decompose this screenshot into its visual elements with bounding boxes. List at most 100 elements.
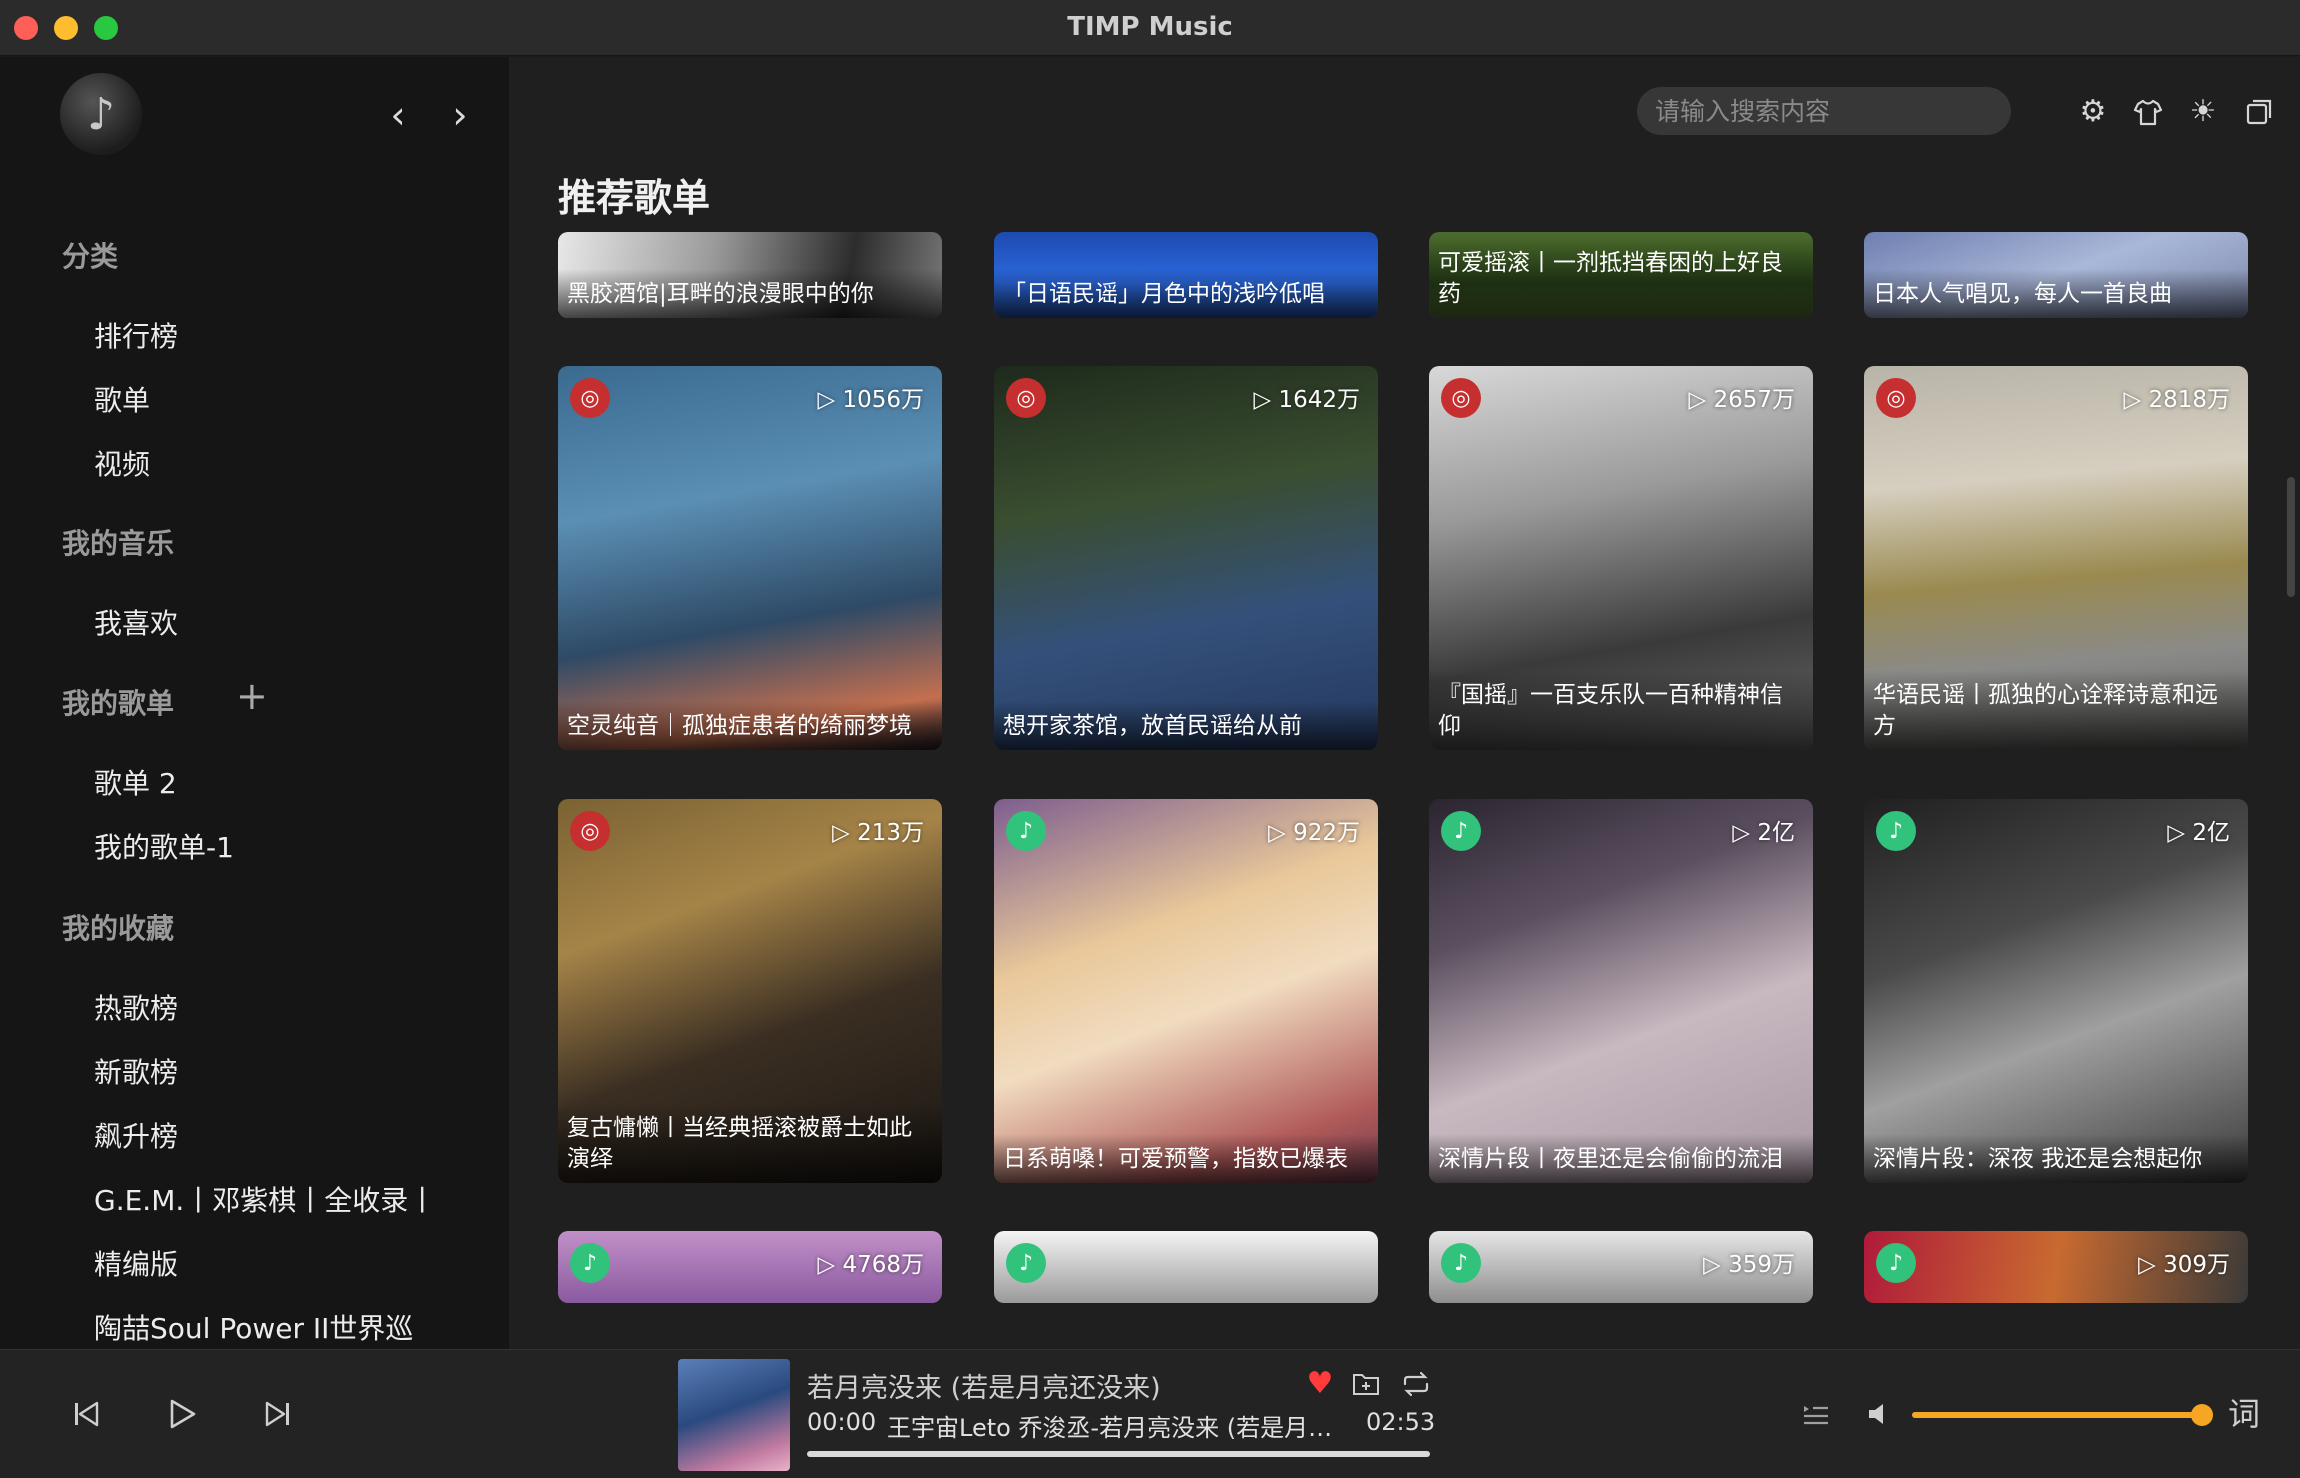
- sidebar-item-collection[interactable]: G.E.M.丨邓紫棋丨全收录丨: [94, 1179, 436, 1219]
- repeat-icon[interactable]: [1396, 1364, 1436, 1404]
- sidebar-section-my-music: 我的音乐: [62, 527, 175, 560]
- playlist-card[interactable]: ♪ ▷ 359万: [1429, 1231, 1813, 1303]
- playlist-title: 想开家茶馆，放首民谣给从前: [994, 701, 1378, 750]
- sidebar-section-category: 分类: [62, 240, 119, 273]
- song-title: 若月亮没来 (若是月亮还没来): [807, 1373, 1161, 1404]
- netease-icon: ◎: [570, 811, 610, 851]
- play-count: ▷ 359万: [1703, 1252, 1795, 1278]
- playlist-card[interactable]: ♪ ▷ 922万 日系萌嗓！可爱预警，指数已爆表: [994, 799, 1378, 1183]
- playlist-title: 「日语民谣」月色中的浅吟低唱: [994, 269, 1378, 318]
- sidebar-item-liked[interactable]: 我喜欢: [94, 602, 178, 642]
- sidebar-item-playlists[interactable]: 歌单: [94, 379, 150, 419]
- forward-button[interactable]: ›: [440, 96, 480, 134]
- qqmusic-icon: ♪: [1876, 1243, 1916, 1283]
- play-count: ▷ 1642万: [1253, 387, 1360, 413]
- playlist-title: 空灵纯音｜孤独症患者的绮丽梦境: [558, 701, 942, 750]
- play-count: ▷ 309万: [2138, 1252, 2230, 1278]
- playlist-card[interactable]: ♪ ▷ 2亿 深情片段丨夜里还是会偷偷的流泪: [1429, 799, 1813, 1183]
- playlist-card[interactable]: 黑胶酒馆|耳畔的浪漫眼中的你: [558, 232, 942, 318]
- volume-fill: [1912, 1412, 2202, 1418]
- playlist-title: 日系萌嗓！可爱预警，指数已爆表: [994, 1134, 1378, 1183]
- current-time: 00:00: [807, 1408, 877, 1436]
- volume-slider[interactable]: [1912, 1404, 2213, 1426]
- playlist-title: 深情片段：深夜 我还是会想起你: [1864, 1134, 2248, 1183]
- album-cover[interactable]: [678, 1359, 790, 1471]
- mini-mode-icon[interactable]: [2239, 92, 2279, 132]
- play-count: ▷ 2818万: [2123, 387, 2230, 413]
- playlist-card[interactable]: ◎ ▷ 2657万 『国摇』一百支乐队一百种精神信仰: [1429, 366, 1813, 750]
- sidebar: ♪ ‹ › 分类 排行榜 歌单 视频 我的音乐 我喜欢 我的歌单 + 歌单 2 …: [0, 57, 509, 1349]
- progress-bar[interactable]: [807, 1451, 1430, 1457]
- search-input[interactable]: [1637, 87, 2011, 135]
- back-button[interactable]: ‹: [378, 96, 418, 134]
- play-count: ▷ 1056万: [817, 387, 924, 413]
- netease-icon: ◎: [1876, 378, 1916, 418]
- qqmusic-icon: ♪: [1006, 811, 1046, 851]
- playlist-card[interactable]: ◎ ▷ 1056万 空灵纯音｜孤独症患者的绮丽梦境: [558, 366, 942, 750]
- playlist-title: 黑胶酒馆|耳畔的浪漫眼中的你: [558, 269, 942, 318]
- title-bar: TIMP Music: [0, 0, 2300, 56]
- playlist-title: 『国摇』一百支乐队一百种精神信仰: [1429, 670, 1813, 750]
- add-to-playlist-icon[interactable]: [1346, 1364, 1386, 1404]
- settings-gear-icon[interactable]: ⚙: [2073, 92, 2113, 132]
- heart-icon[interactable]: ♥: [1300, 1364, 1340, 1404]
- content-scrollbar[interactable]: [2287, 477, 2295, 597]
- netease-icon: ◎: [570, 378, 610, 418]
- previous-track-button[interactable]: [58, 1386, 114, 1442]
- play-count: ▷ 2657万: [1688, 387, 1795, 413]
- sidebar-item-collection[interactable]: 新歌榜: [94, 1051, 178, 1091]
- netease-icon: ◎: [1006, 378, 1046, 418]
- qqmusic-icon: ♪: [570, 1243, 610, 1283]
- netease-icon: ◎: [1441, 378, 1481, 418]
- page-title: 推荐歌单: [558, 176, 711, 220]
- total-time: 02:53: [1366, 1408, 1436, 1436]
- playlist-card[interactable]: ♪ ▷ 2亿 深情片段：深夜 我还是会想起你: [1864, 799, 2248, 1183]
- playlist-card[interactable]: ◎ ▷ 213万 复古慵懒丨当经典摇滚被爵士如此演绎: [558, 799, 942, 1183]
- playlist-title: 华语民谣丨孤独的心诠释诗意和远方: [1864, 670, 2248, 750]
- playlist-card[interactable]: ♪: [994, 1231, 1378, 1303]
- volume-knob[interactable]: [2191, 1404, 2213, 1426]
- sidebar-item-collection[interactable]: 飙升榜: [94, 1115, 178, 1155]
- sidebar-item-collection[interactable]: 陶喆Soul Power II世界巡: [94, 1307, 413, 1347]
- playlist-card[interactable]: ♪ ▷ 4768万: [558, 1231, 942, 1303]
- sidebar-item-playlist[interactable]: 歌单 2: [94, 762, 177, 802]
- playlist-queue-icon[interactable]: [1796, 1394, 1836, 1434]
- lyrics-button[interactable]: 词: [2224, 1394, 2264, 1434]
- play-count: ▷ 2亿: [1732, 820, 1795, 846]
- play-count: ▷ 4768万: [817, 1252, 924, 1278]
- playlist-title: 深情片段丨夜里还是会偷偷的流泪: [1429, 1134, 1813, 1183]
- play-count: ▷ 213万: [832, 820, 924, 846]
- theme-shirt-icon[interactable]: [2128, 92, 2168, 132]
- sidebar-item-collection[interactable]: 精编版: [94, 1243, 178, 1283]
- playlist-card[interactable]: 可爱摇滚丨一剂抵挡春困的上好良药: [1429, 232, 1813, 318]
- playlist-title: 复古慵懒丨当经典摇滚被爵士如此演绎: [558, 1103, 942, 1183]
- volume-icon[interactable]: [1860, 1394, 1900, 1434]
- qqmusic-icon: ♪: [1441, 811, 1481, 851]
- play-count: ▷ 2亿: [2167, 820, 2230, 846]
- play-count: ▷ 922万: [1268, 820, 1360, 846]
- sidebar-item-charts[interactable]: 排行榜: [94, 315, 178, 355]
- player-bar: 若月亮没来 (若是月亮还没来) ♥ 00:00 王宇宙Leto 乔浚丞-若月亮没…: [0, 1349, 2300, 1478]
- add-playlist-button[interactable]: +: [236, 677, 268, 715]
- sidebar-item-collection[interactable]: 热歌榜: [94, 987, 178, 1027]
- playlist-card[interactable]: ♪ ▷ 309万: [1864, 1231, 2248, 1303]
- qqmusic-icon: ♪: [1441, 1243, 1481, 1283]
- playlist-card[interactable]: ◎ ▷ 1642万 想开家茶馆，放首民谣给从前: [994, 366, 1378, 750]
- next-track-button[interactable]: [250, 1386, 306, 1442]
- playlist-title: 日本人气唱见，每人一首良曲: [1864, 269, 2248, 318]
- sidebar-item-playlist[interactable]: 我的歌单-1: [94, 826, 234, 866]
- playlist-title: 可爱摇滚丨一剂抵挡春困的上好良药: [1429, 238, 1813, 318]
- play-button[interactable]: [154, 1386, 210, 1442]
- sidebar-section-my-playlists: 我的歌单: [62, 687, 175, 720]
- song-artist: 王宇宙Leto 乔浚丞-若月亮没来 (若是月亮还没来): [887, 1414, 1337, 1442]
- sidebar-item-videos[interactable]: 视频: [94, 443, 150, 483]
- qqmusic-icon: ♪: [1876, 811, 1916, 851]
- qqmusic-icon: ♪: [1006, 1243, 1046, 1283]
- window-title: TIMP Music: [1067, 12, 1233, 42]
- main-content: ⚙ ☀ 推荐歌单 黑胶酒馆|耳畔的浪漫眼中的你 「日语民谣」月色中的浅吟低唱 可…: [509, 57, 2300, 1349]
- app-logo: ♪: [60, 73, 142, 155]
- playlist-card[interactable]: 「日语民谣」月色中的浅吟低唱: [994, 232, 1378, 318]
- playlist-card[interactable]: 日本人气唱见，每人一首良曲: [1864, 232, 2248, 318]
- light-mode-icon[interactable]: ☀: [2183, 92, 2223, 132]
- playlist-card[interactable]: ◎ ▷ 2818万 华语民谣丨孤独的心诠释诗意和远方: [1864, 366, 2248, 750]
